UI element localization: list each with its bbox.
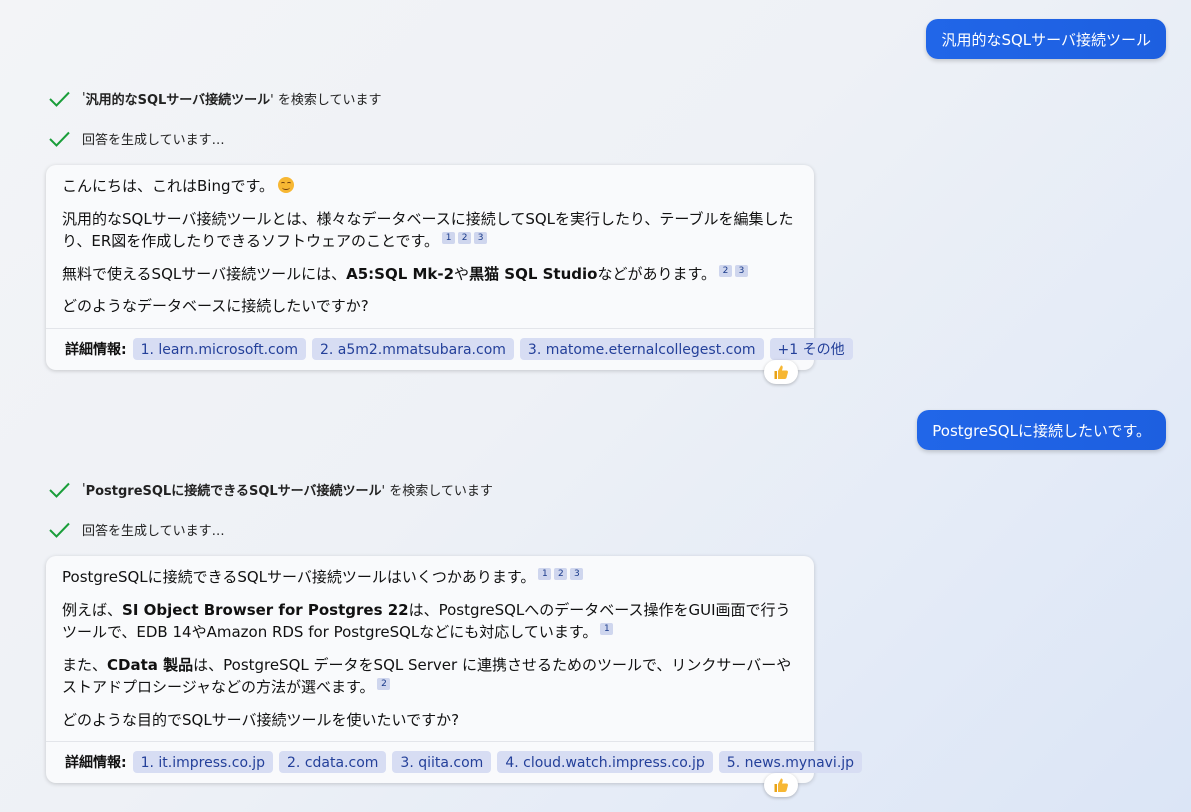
answer-paragraph: また、CData 製品は、PostgreSQL データをSQL Server に… — [62, 655, 792, 697]
citation-link[interactable]: 3 — [570, 568, 584, 580]
check-icon — [49, 482, 70, 498]
smiling-face-icon — [278, 177, 294, 193]
thumbs-up-icon — [774, 365, 788, 379]
check-icon — [49, 522, 70, 538]
references-bar: 詳細情報: 1. learn.microsoft.com 2. a5m2.mma… — [46, 327, 853, 370]
reference-link[interactable]: 1. it.impress.co.jp — [132, 751, 274, 773]
search-suffix: ' を検索しています — [270, 93, 382, 108]
citation-link[interactable]: 3 — [734, 264, 748, 277]
answer-paragraph: 例えば、SI Object Browser for Postgres 22は、P… — [62, 600, 791, 642]
search-status: ' PostgreSQLに接続できるSQLサーバ接続ツール ' を検索しています — [48, 480, 493, 499]
reference-link[interactable]: 2. a5m2.mmatsubara.com — [311, 337, 514, 360]
citation-link[interactable]: 3 — [474, 232, 488, 244]
generating-status: 回答を生成しています… — [48, 520, 225, 539]
bot-answer-card: PostgreSQLに接続できるSQLサーバ接続ツールはいくつかあります。 1 2 3… — [46, 556, 863, 797]
citation-link[interactable]: 1 — [600, 623, 614, 635]
citation-link[interactable]: 1 — [538, 568, 552, 580]
citation-link[interactable]: 1 — [442, 232, 456, 244]
reference-link[interactable]: 3. qiita.com — [392, 751, 492, 773]
like-button[interactable] — [764, 359, 798, 384]
citation-link[interactable]: 2 — [377, 678, 391, 690]
answer-paragraph: 無料で使えるSQLサーバ接続ツールには、A5:SQL Mk-2や黒猫 SQL S… — [62, 263, 798, 286]
user-message: PostgreSQLに接続したいです。 — [917, 410, 1166, 450]
search-suffix: ' を検索しています — [381, 484, 493, 499]
citation-link[interactable]: 2 — [718, 264, 732, 277]
citation-link[interactable]: 2 — [554, 568, 568, 580]
user-message: 汎用的なSQLサーバ接続ツール — [926, 19, 1166, 59]
answer-paragraph: どのようなデータベースに接続したいですか? — [62, 297, 369, 315]
answer-paragraph: こんにちは、これはBingです。 — [62, 175, 798, 198]
check-icon — [49, 131, 70, 147]
more-references-button[interactable]: +1 その他 — [769, 337, 853, 360]
like-button[interactable] — [764, 773, 798, 797]
bot-answer-card: こんにちは、これはBingです。 汎用的なSQLサーバ接続ツールとは、様々なデー… — [46, 165, 853, 384]
generating-text: 回答を生成しています… — [82, 133, 225, 148]
reference-link[interactable]: 2. cdata.com — [279, 751, 387, 773]
answer-paragraph: 汎用的なSQLサーバ接続ツールとは、様々なデータベースに接続してSQLを実行した… — [62, 209, 794, 251]
citation-link[interactable]: 2 — [458, 232, 472, 244]
generating-status: 回答を生成しています… — [48, 129, 225, 148]
reference-link[interactable]: 4. cloud.watch.impress.co.jp — [497, 751, 713, 773]
answer-paragraph: PostgreSQLに接続できるSQLサーバ接続ツールはいくつかあります。 1 2 3 — [62, 566, 798, 589]
reference-link[interactable]: 5. news.mynavi.jp — [718, 751, 863, 773]
reference-link[interactable]: 1. learn.microsoft.com — [132, 337, 306, 360]
references-label: 詳細情報: — [65, 341, 127, 358]
search-query: PostgreSQLに接続できるSQLサーバ接続ツール — [85, 484, 382, 499]
search-query: 汎用的なSQLサーバ接続ツール — [85, 93, 271, 108]
search-status: ' 汎用的なSQLサーバ接続ツール ' を検索しています — [48, 89, 381, 108]
thumbs-up-icon — [774, 778, 788, 792]
answer-paragraph: どのような目的でSQLサーバ接続ツールを使いたいですか? — [62, 710, 460, 729]
check-icon — [49, 91, 70, 107]
generating-text: 回答を生成しています… — [82, 524, 225, 539]
reference-link[interactable]: 3. matome.eternalcollegest.com — [519, 337, 764, 360]
references-label: 詳細情報: — [65, 755, 127, 771]
references-bar: 詳細情報: 1. it.impress.co.jp 2. cdata.com 3… — [46, 741, 863, 783]
